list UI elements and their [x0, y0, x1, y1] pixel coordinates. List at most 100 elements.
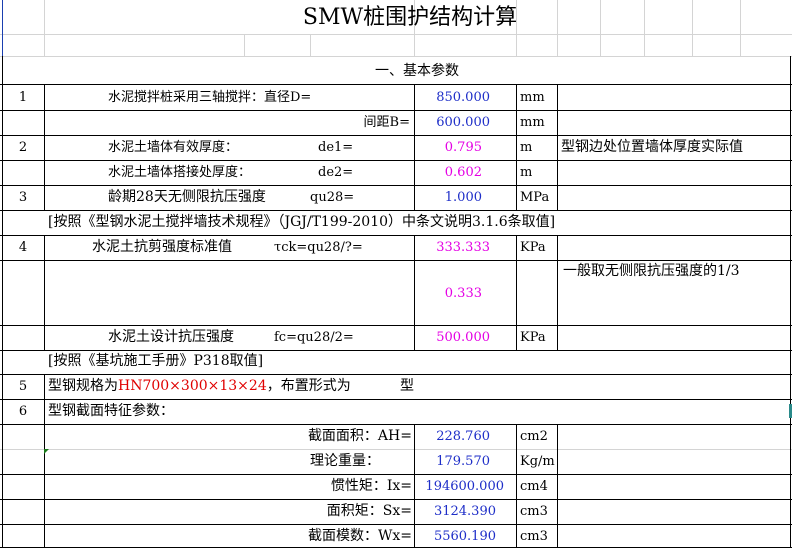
param-label: 水泥土墙体搭接处厚度：	[108, 165, 252, 180]
param-note: 一般取无侧限抗压强度的1/3	[563, 263, 740, 279]
property-label: 面积矩：Sx=	[326, 503, 412, 519]
gridline	[516, 424, 517, 548]
steel-spec-suffix: ，布置形式为	[266, 378, 351, 394]
gridline	[0, 185, 792, 186]
param-unit: m	[520, 140, 533, 155]
gridline	[557, 84, 558, 210]
gridline	[557, 235, 558, 350]
property-value[interactable]: 5560.190	[414, 530, 496, 543]
property-value[interactable]: 228.760	[414, 430, 490, 443]
property-unit: cm4	[520, 479, 548, 494]
param-symbol: fc=qu28/2=	[274, 330, 354, 345]
gridline	[0, 210, 792, 211]
param-unit: mm	[520, 90, 545, 105]
param-unit: KPa	[520, 240, 546, 255]
gridline	[44, 84, 45, 210]
param-value[interactable]: 0.602	[414, 166, 482, 179]
gridline	[644, 0, 645, 56]
gridline	[310, 34, 311, 56]
gridline	[516, 84, 517, 210]
row-number: 1	[18, 90, 28, 105]
gridline	[692, 0, 693, 56]
gridline	[0, 160, 792, 161]
gridline	[0, 110, 792, 111]
gridline	[0, 260, 792, 261]
property-label: 理论重量：	[310, 453, 380, 469]
gridline	[0, 424, 792, 425]
param-unit: KPa	[520, 330, 546, 345]
param-symbol: qu28=	[310, 190, 355, 205]
gridline	[0, 84, 792, 85]
section-label: 型钢截面特征参数：	[48, 403, 174, 419]
param-value[interactable]: 0.333	[414, 287, 482, 300]
property-label: 惯性矩：Ix=	[330, 478, 412, 494]
param-value[interactable]: 850.000	[414, 91, 490, 104]
row-number: 2	[18, 140, 28, 155]
property-unit: cm3	[520, 529, 548, 544]
param-unit: m	[520, 165, 533, 180]
spreadsheet: SMW桩围护结构计算 一、基本参数 1 水泥搅拌桩采用三轴搅拌：直径D= 850…	[0, 0, 792, 550]
gridline	[44, 0, 45, 56]
gridline	[44, 235, 45, 350]
gridline	[0, 135, 792, 136]
page-title: SMW桩围护结构计算	[302, 5, 518, 30]
gridline	[557, 424, 558, 548]
gridline	[0, 524, 792, 525]
gridline	[0, 34, 792, 35]
row-number: 4	[18, 240, 28, 255]
param-symbol: de1=	[318, 140, 354, 155]
gridline	[44, 374, 45, 548]
property-label: 截面面积：AH=	[307, 428, 412, 444]
property-unit: Kg/m	[520, 454, 555, 469]
param-label: 龄期28天无侧限抗压强度	[108, 189, 266, 205]
param-value[interactable]: 600.000	[414, 116, 490, 129]
gridline	[0, 350, 792, 351]
gridline	[516, 235, 517, 350]
steel-spec-line: 型钢规格为HN700×300×13×24，布置形式为	[48, 379, 351, 393]
param-label: 水泥土设计抗压强度	[108, 329, 234, 345]
property-value[interactable]: 179.570	[414, 455, 490, 468]
comment-indicator	[44, 449, 49, 454]
param-unit: mm	[520, 115, 545, 130]
param-value[interactable]: 1.000	[414, 191, 482, 204]
param-unit: MPa	[520, 190, 550, 205]
property-unit: cm2	[520, 429, 548, 444]
gridline	[790, 56, 791, 548]
property-unit: cm3	[520, 504, 548, 519]
property-label: 截面模数：Wx=	[307, 528, 412, 544]
section-heading: 一、基本参数	[375, 63, 459, 79]
steel-spec-prefix: 型钢规格为	[48, 378, 118, 394]
gridline	[0, 499, 792, 500]
row-number: 3	[18, 190, 28, 205]
gridline	[0, 325, 792, 326]
layout-type: 型	[400, 378, 414, 394]
param-label: 水泥土墙体有效厚度：	[108, 140, 239, 155]
property-value[interactable]: 194600.000	[414, 480, 504, 493]
row-number: 5	[18, 379, 28, 394]
gridline	[0, 449, 792, 450]
param-label: 间距B=	[363, 115, 410, 130]
param-label: 水泥搅拌桩采用三轴搅拌：直径D=	[108, 90, 312, 105]
gridline	[2, 0, 3, 56]
gridline	[0, 474, 792, 475]
property-value[interactable]: 3124.390	[414, 505, 496, 518]
param-value[interactable]: 0.795	[414, 141, 482, 154]
gridline	[0, 374, 792, 375]
gridline	[2, 56, 3, 548]
param-label: 水泥土抗剪强度标准值	[92, 239, 232, 255]
gridline	[0, 56, 792, 57]
param-note: 型钢边处位置墙体厚度实际值	[561, 139, 743, 155]
gridline	[0, 399, 792, 400]
gridline	[0, 235, 792, 236]
gridline	[740, 0, 741, 56]
param-symbol: τck=qu28/?=	[274, 240, 363, 255]
gridline	[0, 547, 792, 548]
steel-spec[interactable]: HN700×300×13×24	[118, 378, 267, 394]
param-symbol: de2=	[318, 165, 354, 180]
param-value[interactable]: 333.333	[414, 241, 490, 254]
gridline	[244, 34, 245, 56]
param-value[interactable]: 500.000	[414, 331, 490, 344]
reference-note: [按照《型钢水泥土搅拌墙技术规程》（JGJ/T199-2010）中条文说明3.1…	[48, 214, 556, 230]
row-number: 6	[18, 404, 28, 419]
reference-note: [按照《基坑施工手册》P318取值]	[48, 353, 264, 369]
